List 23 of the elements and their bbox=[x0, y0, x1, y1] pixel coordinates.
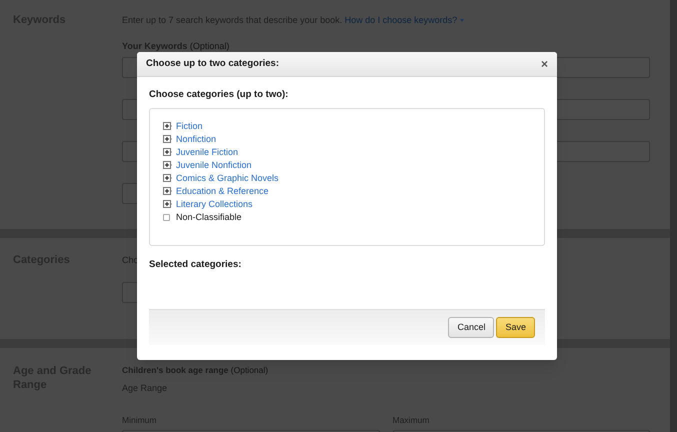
section-heading: Selected categories: bbox=[149, 258, 242, 272]
category-link[interactable]: Nonfiction bbox=[176, 133, 216, 146]
category-link[interactable]: Juvenile Nonfiction bbox=[176, 159, 252, 172]
checkbox-label: Non-Classifiable bbox=[176, 211, 242, 224]
close-button[interactable]: × bbox=[540, 58, 548, 70]
expand-icon[interactable] bbox=[163, 200, 173, 210]
caret-icon bbox=[460, 19, 464, 22]
dialog-title: Choose up to two categories: bbox=[146, 56, 280, 71]
category-link[interactable]: Juvenile Fiction bbox=[176, 146, 238, 160]
category-link[interactable]: Fiction bbox=[176, 120, 203, 134]
cancel-button[interactable]: Cancel bbox=[448, 317, 494, 338]
expand-icon[interactable] bbox=[163, 148, 173, 158]
save-button[interactable]: Save bbox=[496, 317, 535, 338]
expand-icon[interactable] bbox=[163, 135, 173, 144]
section-heading: Choose categories (up to two): bbox=[149, 88, 290, 102]
category-link[interactable]: Comics & Graphic Novels bbox=[176, 172, 279, 186]
expand-icon[interactable] bbox=[163, 161, 173, 170]
expand-icon[interactable] bbox=[163, 174, 173, 184]
category-link[interactable]: Education & Reference bbox=[176, 185, 269, 198]
expand-icon[interactable] bbox=[163, 122, 173, 132]
expand-icon[interactable] bbox=[163, 187, 173, 196]
category-link[interactable]: Literary Collections bbox=[176, 198, 253, 212]
checkbox[interactable] bbox=[163, 214, 170, 222]
